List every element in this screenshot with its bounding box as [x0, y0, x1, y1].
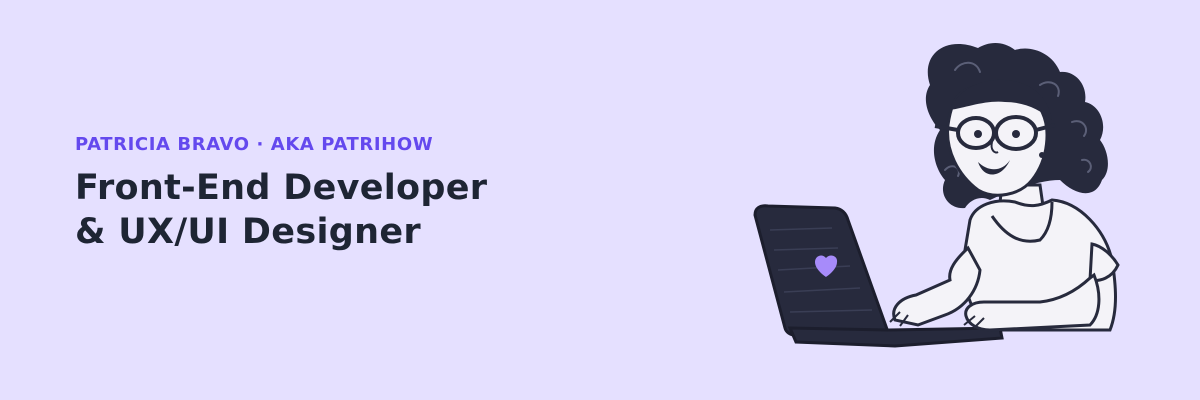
developer-illustration [753, 43, 1120, 348]
laptop-base [787, 326, 1004, 348]
left-eye [974, 130, 982, 138]
intro-text: PATRICIA BRAVO · AKA PATRIHOW Front-End … [75, 132, 635, 254]
earring [1039, 152, 1045, 158]
hero-banner: PATRICIA BRAVO · AKA PATRIHOW Front-End … [0, 0, 1200, 400]
page-title: Front-End Developer & UX/UI Designer [75, 166, 635, 254]
title-line-1: Front-End Developer [75, 168, 488, 208]
right-eye [1012, 130, 1020, 138]
author-name: PATRICIA BRAVO · AKA PATRIHOW [75, 134, 434, 155]
title-line-2: & UX/UI Designer [75, 212, 421, 252]
